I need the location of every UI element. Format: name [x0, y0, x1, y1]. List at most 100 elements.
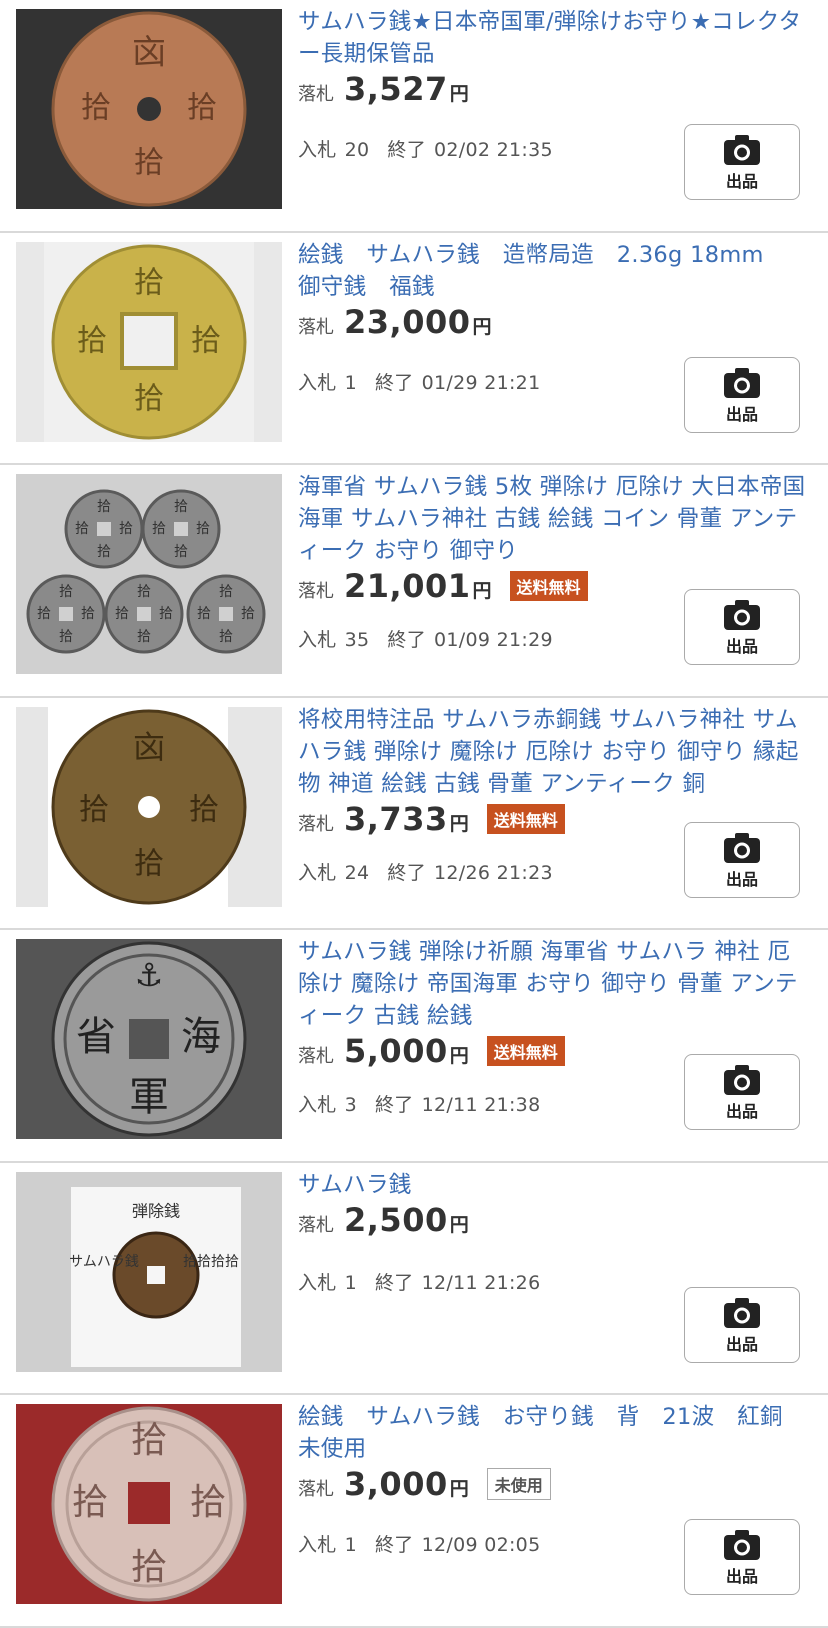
- thumbnail-brass-coin-square-hole: 拾拾 拾拾: [16, 241, 282, 442]
- item-thumbnail[interactable]: 㐫拾拾拾: [16, 9, 282, 209]
- item-title-link[interactable]: 将校用特注品 サムハラ赤銅銭 サムハラ神社 サムハラ銭 弾除け 魔除け 厄除け …: [298, 704, 808, 800]
- end-datetime: 12/09 02:05: [421, 1534, 541, 1556]
- bids-label: 入札: [298, 1094, 337, 1116]
- bid-end-info: 入札 24 終了 12/26 21:23: [298, 858, 561, 885]
- bids-label: 入札: [298, 1271, 337, 1294]
- auction-item[interactable]: 拾拾拾拾絵銭 サムハラ銭 造幣局造 2.36g 18mm 御守銭 福銭 落札 23,…: [0, 233, 828, 465]
- svg-text:弾除銭: 弾除銭: [132, 1201, 180, 1220]
- price-value: 21,001: [344, 567, 471, 605]
- yen-unit: 円: [449, 1045, 469, 1067]
- svg-text:拾: 拾: [190, 1482, 226, 1523]
- sell-similar-button[interactable]: 出品: [684, 1054, 800, 1130]
- camera-icon: [724, 367, 760, 398]
- item-title-link[interactable]: 絵銭 サムハラ銭 造幣局造 2.36g 18mm 御守銭 福銭: [298, 239, 808, 303]
- thumbnail-bronze-coin-round-hole: 㐫拾 拾拾: [16, 706, 282, 907]
- svg-text:軍: 軍: [129, 1074, 169, 1120]
- sell-similar-button[interactable]: 出品: [684, 124, 800, 200]
- svg-text:拾: 拾: [119, 521, 133, 537]
- price-row: 落札 3,000 円未使用: [298, 1465, 551, 1504]
- end-label: 終了: [387, 629, 426, 651]
- end-datetime: 12/11 21:38: [421, 1094, 541, 1116]
- thumbnail-silver-navy-coin: ⚓ 海軍省: [16, 939, 282, 1139]
- sell-button-label: 出品: [725, 1334, 758, 1354]
- sell-button-label: 出品: [725, 637, 758, 656]
- sell-similar-button[interactable]: 出品: [684, 821, 800, 898]
- bids-count: 20: [344, 139, 370, 161]
- price-label: 落札: [298, 1479, 334, 1500]
- svg-text:拾: 拾: [134, 381, 164, 416]
- end-label: 終了: [387, 139, 426, 161]
- item-title-link[interactable]: サムハラ銭: [298, 1169, 808, 1201]
- sell-similar-button[interactable]: 出品: [684, 589, 800, 665]
- price-value: 3,527: [344, 70, 448, 108]
- svg-text:海: 海: [181, 1014, 221, 1060]
- camera-icon: [724, 1530, 760, 1560]
- svg-text:拾: 拾: [131, 1420, 167, 1461]
- sell-button-label: 出品: [725, 1102, 758, 1121]
- yen-unit: 円: [472, 580, 492, 602]
- svg-text:拾: 拾: [241, 606, 255, 622]
- item-title-link[interactable]: サムハラ銭 弾除け祈願 海軍省 サムハラ 神社 厄除け 魔除け 帝国海軍 お守り…: [298, 936, 808, 1032]
- item-thumbnail[interactable]: 拾拾拾拾拾拾拾拾拾拾拾拾拾拾拾拾拾拾拾拾: [16, 474, 282, 674]
- yen-unit: 円: [449, 812, 469, 835]
- free-shipping-badge: 送料無料: [486, 1036, 565, 1066]
- bid-end-info: 入札 20 終了 02/02 21:35: [298, 135, 561, 162]
- sell-similar-button[interactable]: 出品: [684, 1286, 800, 1363]
- price-label: 落札: [298, 581, 334, 602]
- svg-text:サムハラ銭: サムハラ銭: [69, 1254, 139, 1270]
- sell-button-label: 出品: [725, 404, 758, 424]
- bids-count: 1: [344, 371, 357, 394]
- item-title-link[interactable]: 海軍省 サムハラ銭 5枚 弾除け 厄除け 大日本帝国海軍 サムハラ神社 古銭 絵…: [298, 471, 808, 567]
- auction-item[interactable]: ⚓ 海軍省 サムハラ銭 弾除け祈願 海軍省 サムハラ 神社 厄除け 魔除け 帝国海軍…: [0, 930, 828, 1163]
- svg-text:拾: 拾: [152, 521, 166, 537]
- svg-text:㐫: 㐫: [132, 33, 166, 73]
- yen-unit: 円: [449, 1478, 469, 1500]
- price-label: 落札: [298, 1046, 334, 1067]
- svg-text:拾: 拾: [79, 792, 109, 827]
- item-title-link[interactable]: 絵銭 サムハラ銭 お守り銭 背 21波 紅銅 未使用: [298, 1401, 808, 1465]
- price-row: 落札 3,527 円: [298, 70, 469, 108]
- free-shipping-badge: 送料無料: [486, 803, 565, 834]
- sell-button-label: 出品: [725, 172, 758, 191]
- auction-item[interactable]: 拾拾拾拾拾拾拾拾拾拾拾拾拾拾拾拾拾拾拾拾海軍省 サムハラ銭 5枚 弾除け 厄除け…: [0, 465, 828, 698]
- thumbnail-five-silver-coins: 拾拾拾 拾拾拾拾 拾拾拾拾 拾拾拾拾 拾拾拾拾拾: [16, 474, 282, 674]
- sell-button-label: 出品: [725, 1567, 758, 1586]
- svg-text:拾: 拾: [134, 846, 164, 881]
- item-title-link[interactable]: サムハラ銭★日本帝国軍/弾除けお守り★コレクター長期保管品: [298, 6, 808, 70]
- sell-similar-button[interactable]: 出品: [684, 356, 800, 433]
- sell-similar-button[interactable]: 出品: [684, 1519, 800, 1595]
- sell-button-label: 出品: [725, 869, 758, 889]
- bids-label: 入札: [298, 371, 337, 394]
- svg-text:拾: 拾: [81, 91, 111, 126]
- camera-icon: [724, 1297, 760, 1328]
- price-row: 落札 3,733 円送料無料: [298, 800, 565, 838]
- svg-text:拾: 拾: [159, 606, 173, 622]
- item-thumbnail[interactable]: 拾拾拾拾: [16, 241, 282, 442]
- price-value: 5,000: [344, 1032, 448, 1070]
- item-thumbnail[interactable]: 㐫拾拾拾: [16, 706, 282, 907]
- thumbnail-copper-coin-on-red: 拾拾 拾拾: [16, 1404, 282, 1604]
- bid-end-info: 入札 3 終了 12/11 21:38: [298, 1090, 548, 1117]
- svg-text:拾: 拾: [187, 91, 217, 126]
- svg-text:拾: 拾: [137, 629, 151, 645]
- camera-icon: [724, 832, 760, 863]
- svg-text:省: 省: [76, 1014, 116, 1060]
- end-datetime: 12/11 21:26: [421, 1271, 541, 1294]
- item-thumbnail[interactable]: 拾拾拾拾: [16, 1404, 282, 1604]
- auction-item[interactable]: 弾除銭 サムハラ銭 拾拾拾拾 サムハラ銭 落札 2,500 円入札 1 終了 12/11 21:2…: [0, 1163, 828, 1395]
- svg-text:拾: 拾: [191, 323, 221, 358]
- item-thumbnail[interactable]: ⚓ 海軍省: [16, 939, 282, 1139]
- bids-count: 24: [344, 861, 370, 884]
- auction-item[interactable]: 㐫拾拾拾将校用特注品 サムハラ赤銅銭 サムハラ神社 サムハラ銭 弾除け 魔除け …: [0, 698, 828, 930]
- auction-item[interactable]: 拾拾拾拾絵銭 サムハラ銭 お守り銭 背 21波 紅銅 未使用 落札 3,000 円未使…: [0, 1395, 828, 1628]
- item-thumbnail[interactable]: 弾除銭 サムハラ銭 拾拾拾拾: [16, 1171, 282, 1372]
- svg-text:㐫: 㐫: [133, 728, 165, 766]
- price-row: 落札 5,000 円送料無料: [298, 1032, 565, 1070]
- price-row: 落札 2,500 円: [298, 1201, 469, 1239]
- free-shipping-badge: 送料無料: [509, 571, 588, 601]
- auction-item[interactable]: 㐫拾拾拾サムハラ銭★日本帝国軍/弾除けお守り★コレクター長期保管品 落札 3,527…: [0, 0, 828, 233]
- svg-text:拾: 拾: [196, 521, 210, 537]
- camera-icon: [724, 1065, 760, 1095]
- svg-text:拾: 拾: [131, 1547, 167, 1588]
- end-label: 終了: [375, 1534, 414, 1556]
